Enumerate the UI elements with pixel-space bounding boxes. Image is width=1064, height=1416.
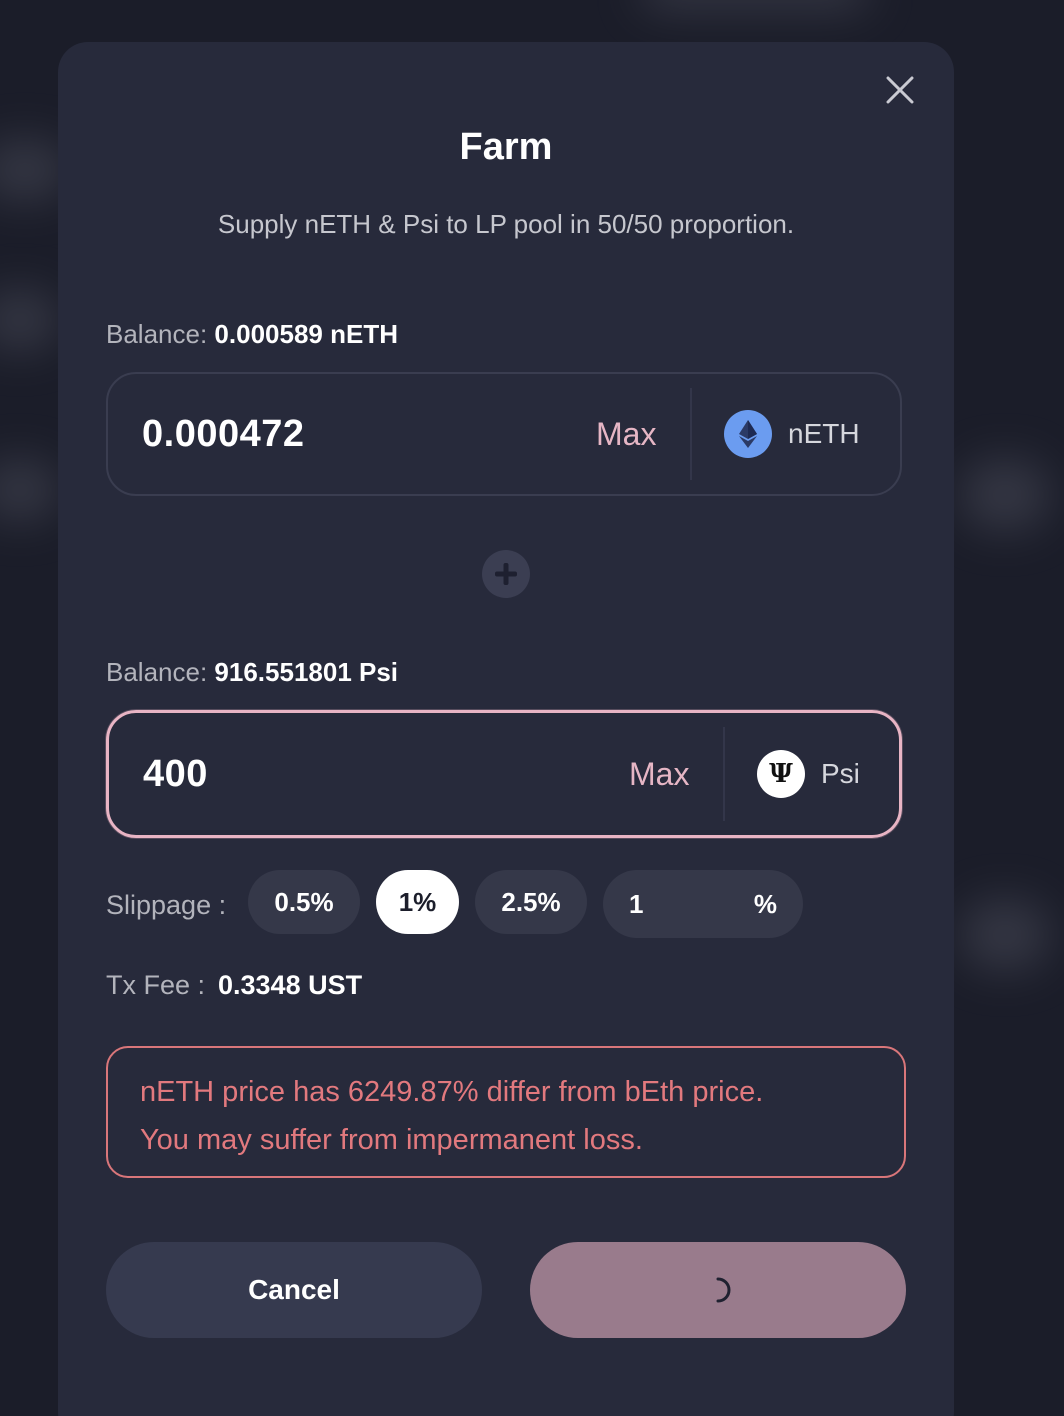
confirm-button[interactable] <box>530 1242 906 1338</box>
custom-slippage-unit: % <box>753 888 777 919</box>
divider <box>690 388 692 480</box>
balance-value: 0.000589 nETH <box>214 319 398 349</box>
modal-title: Farm <box>459 126 553 168</box>
background-blur <box>640 0 870 10</box>
custom-slippage-value[interactable]: 1 <box>629 870 643 938</box>
loading-spinner-icon <box>716 1277 731 1303</box>
neth-symbol: nETH <box>788 418 860 449</box>
neth-token-selector[interactable]: nETH <box>724 374 860 494</box>
neth-max-button[interactable]: Max <box>596 374 656 494</box>
close-icon <box>886 76 914 104</box>
slippage-option-2-5[interactable]: 2.5% <box>475 870 587 934</box>
balance-label: Balance: <box>106 319 208 349</box>
psi-amount-input[interactable]: 400 <box>143 713 208 835</box>
psi-balance: Balance: 916.551801 Psi <box>106 656 398 688</box>
modal-subtitle: Supply nETH & Psi to LP pool in 50/50 pr… <box>217 209 795 239</box>
background-blur <box>960 460 1050 530</box>
psi-max-button[interactable]: Max <box>629 713 689 835</box>
psi-token-selector[interactable]: Ψ Psi <box>757 713 860 835</box>
psi-icon: Ψ <box>757 750 805 798</box>
neth-amount-input[interactable]: 0.000472 <box>142 374 305 494</box>
slippage-custom-input[interactable]: 1 % <box>603 870 803 938</box>
slippage-option-1[interactable]: 1% <box>376 870 459 934</box>
farm-modal: Farm Supply nETH & Psi to LP pool in 50/… <box>58 42 954 1416</box>
cancel-button[interactable]: Cancel <box>106 1242 482 1338</box>
plus-icon <box>482 550 530 598</box>
divider <box>723 727 725 821</box>
psi-amount-field[interactable]: 400 Max Ψ Psi <box>106 710 902 838</box>
balance-value: 916.551801 Psi <box>214 657 399 687</box>
tx-fee-label: Tx Fee : <box>106 970 206 1000</box>
background-blur <box>960 900 1050 970</box>
background-blur <box>0 290 60 350</box>
neth-amount-field[interactable]: 0.000472 Max nETH <box>106 372 902 496</box>
warning-line-2: You may suffer from impermanent loss. <box>140 1124 643 1156</box>
background-blur <box>0 460 60 520</box>
warning-line-1: nETH price has 6249.87% differ from bEth… <box>140 1076 764 1108</box>
neth-balance: Balance: 0.000589 nETH <box>106 318 398 350</box>
close-button[interactable] <box>884 74 916 106</box>
ethereum-icon <box>724 410 772 458</box>
impermanent-loss-warning: nETH price has 6249.87% differ from bEth… <box>106 1046 906 1178</box>
slippage-option-0-5[interactable]: 0.5% <box>248 870 360 934</box>
psi-symbol: Psi <box>821 758 860 789</box>
slippage-label: Slippage : <box>106 890 227 920</box>
balance-label: Balance: <box>106 657 208 687</box>
tx-fee-value: 0.3348 UST <box>218 970 363 1000</box>
